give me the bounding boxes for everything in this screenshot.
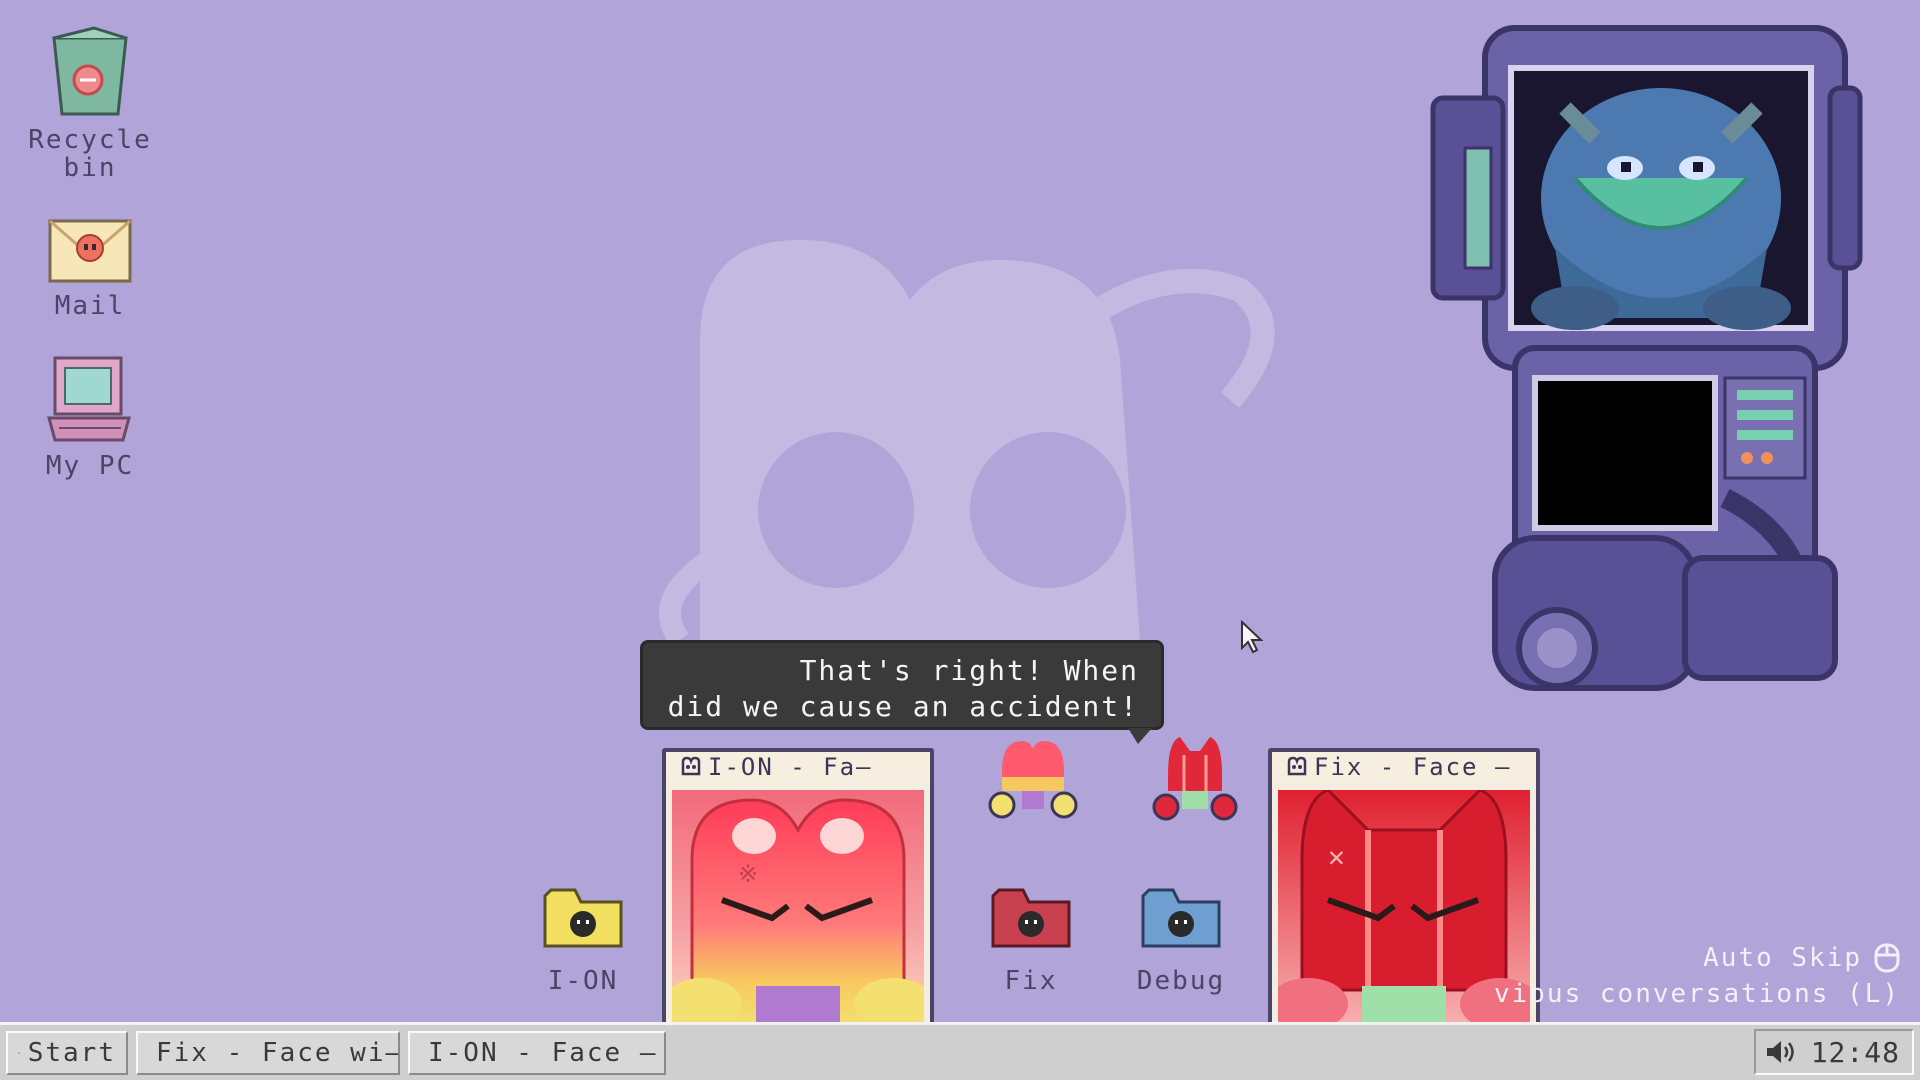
bubble-tail: [1128, 728, 1152, 744]
fix-mini-sprite: [1152, 737, 1238, 821]
dialogue-line-2: did we cause an accident!: [667, 690, 1139, 723]
auto-skip-label: Auto Skip: [1703, 943, 1862, 973]
dialogue-bubble: That's right! When did we cause an accid…: [640, 640, 1164, 730]
folder-debug[interactable]: Debug: [1126, 882, 1236, 996]
taskbar-item-fix-face[interactable]: Fix - Face wi–: [136, 1030, 400, 1075]
volume-icon[interactable]: [1765, 1038, 1797, 1066]
start-logo-icon: [18, 1051, 20, 1054]
skip-previous-hint: vious conversations (L): [1493, 979, 1900, 1009]
ion-face: ※: [672, 790, 924, 1026]
desktop-icon-label: My PC: [45, 451, 135, 481]
desktop-icon-recycle-bin[interactable]: Recycle bin: [20, 24, 160, 182]
taskbar: Start Fix - Face wi– I-ON - Face – 12:48: [0, 1022, 1920, 1080]
svg-text:※: ※: [738, 860, 758, 888]
window-title: I-ON - Fa–: [708, 753, 873, 781]
fix-face: ✕: [1278, 790, 1530, 1026]
dialogue-line-1: That's right! When: [799, 654, 1139, 687]
watermark-logo: [659, 240, 1275, 690]
window-title: Fix - Face –: [1314, 753, 1512, 781]
face-machine: [1430, 25, 1863, 691]
clock: 12:48: [1810, 1035, 1900, 1069]
system-tray: 12:48: [1754, 1029, 1914, 1075]
mail-icon: [48, 219, 132, 283]
window-titlebar[interactable]: I-ON - Fa–: [666, 752, 930, 782]
taskbar-item-label: Fix - Face wi–: [156, 1037, 400, 1068]
window-titlebar[interactable]: Fix - Face –: [1272, 752, 1536, 782]
desktop-icon-label: Mail: [54, 291, 126, 321]
desktop-icon-label: Recycle bin: [28, 125, 152, 183]
app-logo-icon: [1287, 756, 1307, 776]
desktop-icon-mail[interactable]: Mail: [20, 218, 160, 320]
folder-icon: [991, 888, 1071, 948]
computer-icon: [47, 356, 131, 442]
folder-label: Fix: [1004, 966, 1058, 996]
app-logo-icon: [681, 756, 701, 776]
folder-label: Debug: [1136, 966, 1226, 996]
desktop-icon-my-pc[interactable]: My PC: [20, 354, 160, 480]
auto-skip-hint: Auto Skip vious conversations (L): [1494, 940, 1900, 1012]
start-button[interactable]: Start: [6, 1030, 128, 1075]
folder-ion[interactable]: I-ON: [528, 882, 638, 996]
taskbar-item-ion-face[interactable]: I-ON - Face –: [408, 1030, 666, 1075]
ion-mini-sprite: [988, 741, 1078, 819]
ion-face-window[interactable]: I-ON - Fa– ※: [662, 748, 934, 1034]
monitor-face: [1531, 88, 1791, 330]
mouse-cursor-icon: [1241, 620, 1264, 654]
folder-icon: [1141, 888, 1221, 948]
start-label: Start: [27, 1037, 116, 1068]
folder-fix[interactable]: Fix: [976, 882, 1086, 996]
folder-icon: [543, 888, 623, 948]
mouse-icon: [1874, 943, 1900, 973]
taskbar-item-label: I-ON - Face –: [428, 1037, 658, 1068]
folder-label: I-ON: [547, 966, 619, 996]
recycle-bin-icon: [52, 26, 128, 116]
svg-text:✕: ✕: [1328, 840, 1345, 873]
